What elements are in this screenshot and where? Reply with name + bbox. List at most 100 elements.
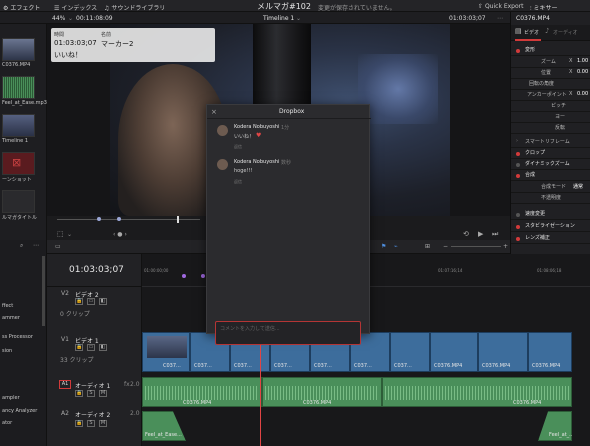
clip-label: C037... (234, 363, 252, 369)
effects-tab[interactable]: ⚙ エフェクト (3, 3, 40, 12)
lock-icon[interactable]: 🔒 (75, 420, 83, 427)
snap-icon[interactable]: ⚑ (381, 243, 386, 250)
more-options-icon[interactable]: ⋯ (33, 242, 39, 249)
name-value: マーカー2 (101, 40, 134, 48)
mute-button[interactable]: M (99, 390, 107, 397)
link-icon[interactable]: ⌁ (394, 243, 398, 250)
sound-library-tab[interactable]: ♫ サウンドライブラリ (104, 3, 165, 12)
search-icon[interactable]: ⌕ (20, 242, 23, 250)
index-tab[interactable]: ☰ インデックス (54, 3, 97, 12)
chevron-down-icon[interactable]: ⌄ (67, 231, 72, 238)
effect-item[interactable]: ancy Analyzer (2, 408, 37, 414)
video-clip[interactable]: C037... (142, 332, 190, 372)
timeline-marker[interactable] (182, 274, 186, 278)
enable-dot[interactable] (516, 163, 520, 167)
enable-dot[interactable] (516, 152, 520, 156)
media-thumbnail[interactable] (2, 114, 35, 137)
reply-link[interactable]: 返信 (234, 144, 242, 150)
skip-end-icon[interactable]: ⏭ (492, 230, 498, 239)
scrollbar[interactable] (42, 256, 45, 326)
timeline-name[interactable]: Timeline 1 (263, 15, 294, 22)
effect-item[interactable]: ffect (2, 303, 13, 309)
clip-thumbnail (147, 336, 187, 358)
loop-icon[interactable]: ⟲ (463, 230, 469, 238)
lock-icon[interactable]: 🔒 (75, 298, 83, 305)
mute-button[interactable]: M (99, 420, 107, 427)
enable-dot[interactable] (516, 174, 520, 178)
section-composite[interactable]: 合成 (511, 171, 590, 181)
monitor-icon[interactable]: ▭ (87, 344, 95, 351)
video-clip[interactable]: C0376.MP4 (430, 332, 478, 372)
section-transform[interactable]: 変形 (511, 46, 590, 56)
audio-clip[interactable]: C0376.MP4 (262, 377, 382, 407)
avatar (217, 159, 228, 170)
enable-track-icon[interactable]: ◧ (99, 298, 107, 305)
play-icon[interactable]: ▶ (478, 230, 483, 238)
media-thumbnail[interactable]: ⊠ (2, 152, 35, 175)
zoom-level[interactable]: 44% (52, 15, 65, 22)
solo-button[interactable]: S (87, 420, 95, 427)
media-thumbnail[interactable] (2, 38, 35, 61)
effect-item[interactable]: ammer (2, 315, 20, 321)
enable-dot[interactable] (516, 225, 520, 229)
track-id-badge[interactable]: A1 (59, 380, 71, 389)
lock-icon[interactable]: 🔒 (75, 390, 83, 397)
zoom-in-icon[interactable]: + (503, 243, 508, 250)
audio-clip[interactable]: C0376.MP4 (142, 377, 262, 407)
media-thumbnail[interactable] (2, 76, 35, 99)
video-clip[interactable]: C0376.MP4 (478, 332, 528, 372)
ruler-label: 01:08:06;18 (537, 268, 562, 273)
lock-icon[interactable]: 🔒 (75, 344, 83, 351)
section-speed-change[interactable]: 速度変更 (511, 210, 590, 220)
fx-label[interactable]: fx (124, 381, 130, 388)
zoom-value[interactable]: 1.00 (577, 58, 588, 64)
panel-title: Dropbox (279, 108, 305, 115)
more-options-icon[interactable]: ⋯ (497, 15, 503, 22)
section-crop[interactable]: クロップ (511, 149, 590, 159)
yaw-row: ヨー (511, 113, 590, 123)
audio-clip[interactable]: C0376.MP4 (382, 377, 572, 407)
crop-icon[interactable]: ⬚ (57, 230, 64, 238)
audio-clip[interactable]: Feel_at_... (538, 411, 572, 441)
effect-item[interactable]: ator (2, 420, 12, 426)
comment-input[interactable]: コメントを入力して送信... (215, 321, 361, 345)
monitor-icon[interactable]: ▭ (87, 298, 95, 305)
quick-export-button[interactable]: ⇧ Quick Export (478, 3, 523, 10)
video-clip[interactable]: C037... (390, 332, 430, 372)
section-lens[interactable]: レンズ補正 (511, 234, 590, 244)
enable-dot[interactable] (516, 213, 520, 217)
tab-video[interactable]: ビデオ (524, 29, 539, 36)
timeline-marker[interactable] (201, 274, 205, 278)
chevron-down-icon[interactable]: ⌄ (296, 15, 301, 22)
audio-clip[interactable]: Feel_at_Ease... (142, 411, 186, 441)
solo-button[interactable]: S (87, 390, 95, 397)
effect-item[interactable]: ss Processor (2, 334, 33, 340)
reply-link[interactable]: 返信 (234, 179, 242, 185)
enable-dot[interactable] (516, 237, 520, 241)
media-thumbnail[interactable] (2, 190, 35, 213)
rotation-row: 回転の角度 (511, 80, 590, 90)
composite-mode-select[interactable]: 通常 (573, 183, 583, 190)
section-stabilization[interactable]: スタビライゼーション (511, 222, 590, 232)
video-clip[interactable]: C0376.MP4 (528, 332, 572, 372)
chevron-down-icon[interactable]: ⌄ (68, 15, 73, 22)
media-item-label: Timeline 1 (2, 138, 29, 144)
enable-dot[interactable] (516, 49, 520, 53)
timeline-zoom-slider[interactable] (451, 246, 501, 247)
tab-audio[interactable]: オーディオ (553, 29, 578, 36)
timeline-view-icon[interactable]: ▭ (55, 243, 61, 250)
effect-item[interactable]: sion (2, 348, 12, 354)
section-smart-reframe[interactable]: › スマートリフレーム (511, 138, 590, 148)
jog-control-icon[interactable]: ‹ ● › (113, 231, 127, 238)
zoom-fit-icon[interactable]: ⊞ (425, 243, 430, 250)
close-icon[interactable]: × (211, 108, 217, 116)
effect-item[interactable]: ampler (2, 395, 20, 401)
zoom-out-icon[interactable]: − (443, 243, 448, 250)
anchor-value[interactable]: 0.00 (577, 91, 588, 97)
position-value[interactable]: 0.00 (577, 69, 588, 75)
viewer-playhead[interactable] (177, 216, 179, 223)
enable-track-icon[interactable]: ◧ (99, 344, 107, 351)
effects-icon: ⚙ (3, 5, 9, 12)
section-dynamic-zoom[interactable]: ダイナミックズーム (511, 160, 590, 170)
track-name: オーディオ 2 (75, 412, 111, 419)
